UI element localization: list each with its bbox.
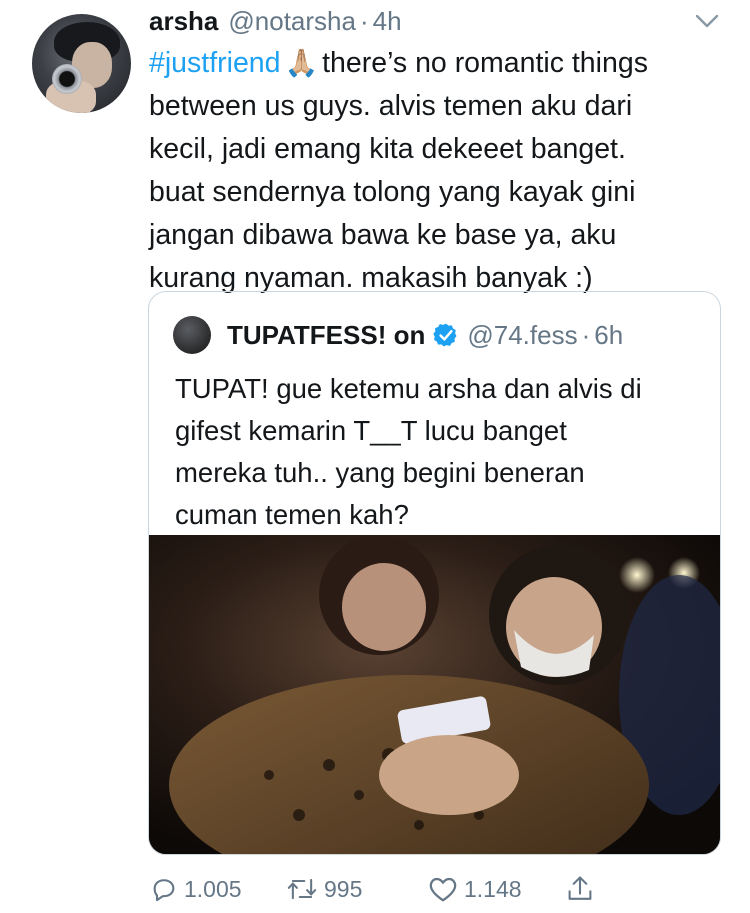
quoted-line: cuman temen kah? — [175, 499, 409, 530]
like-button[interactable]: 1.148 — [428, 872, 522, 906]
tweet-time[interactable]: 4h — [373, 6, 402, 37]
tweet-line: there’s no romantic things — [322, 47, 648, 79]
tweet-header: arsha @notarsha · 4h — [149, 6, 402, 40]
reply-icon — [153, 879, 175, 902]
quoted-tweet-time: 6h — [594, 319, 624, 350]
quoted-author-name: TUPATFESS! on — [227, 319, 426, 350]
retweet-icon — [287, 878, 317, 900]
retweet-button[interactable]: 995 — [286, 872, 362, 906]
praying-hands-emoji: 🙏🏼 — [284, 48, 319, 78]
quoted-author-avatar[interactable] — [173, 316, 211, 354]
tweet-line-1: #justfriend 🙏🏼 there’s no romantic things — [149, 42, 729, 85]
author-avatar[interactable] — [32, 14, 131, 113]
quoted-line: mereka tuh.. yang begini beneran — [175, 457, 585, 488]
quoted-tweet-header: TUPATFESS! on @74.fess · 6h — [227, 317, 623, 353]
separator: · — [581, 319, 591, 350]
share-icon — [568, 876, 592, 900]
like-icon — [429, 877, 457, 902]
quoted-tweet[interactable]: TUPATFESS! on @74.fess · 6h TUPAT! gue k… — [148, 291, 721, 855]
reply-count: 1.005 — [184, 875, 242, 902]
hashtag-link[interactable]: #justfriend — [149, 47, 281, 79]
tweet-line: kecil, jadi emang kita dekeeet banget. — [149, 133, 626, 165]
reply-button[interactable]: 1.005 — [150, 872, 242, 906]
retweet-count: 995 — [324, 875, 363, 902]
quoted-author-handle: @74.fess — [467, 319, 578, 350]
like-count: 1.148 — [464, 875, 522, 902]
tweet-line: between us guys. alvis temen aku dari — [149, 90, 633, 122]
chevron-down-icon[interactable] — [694, 12, 720, 30]
tweet-actions: 1.005 995 1.148 — [150, 872, 610, 906]
tweet-line: buat sendernya tolong yang kayak gini — [149, 176, 636, 208]
tweet-line: jangan dibawa bawa ke base ya, aku — [149, 219, 617, 251]
tweet-text: #justfriend 🙏🏼 there’s no romantic things … — [149, 42, 729, 300]
verified-badge-icon — [433, 323, 457, 347]
separator: · — [359, 6, 369, 36]
quoted-tweet-text: TUPAT! gue ketemu arsha dan alvis di gif… — [175, 368, 705, 536]
quoted-line: TUPAT! gue ketemu arsha dan alvis di — [175, 373, 642, 404]
share-button[interactable] — [566, 872, 600, 906]
quoted-tweet-photo[interactable] — [149, 535, 720, 854]
quoted-line: gifest kemarin T__T lucu banget — [175, 415, 567, 446]
author-handle[interactable]: @notarsha — [228, 6, 356, 37]
author-name[interactable]: arsha — [149, 6, 218, 37]
